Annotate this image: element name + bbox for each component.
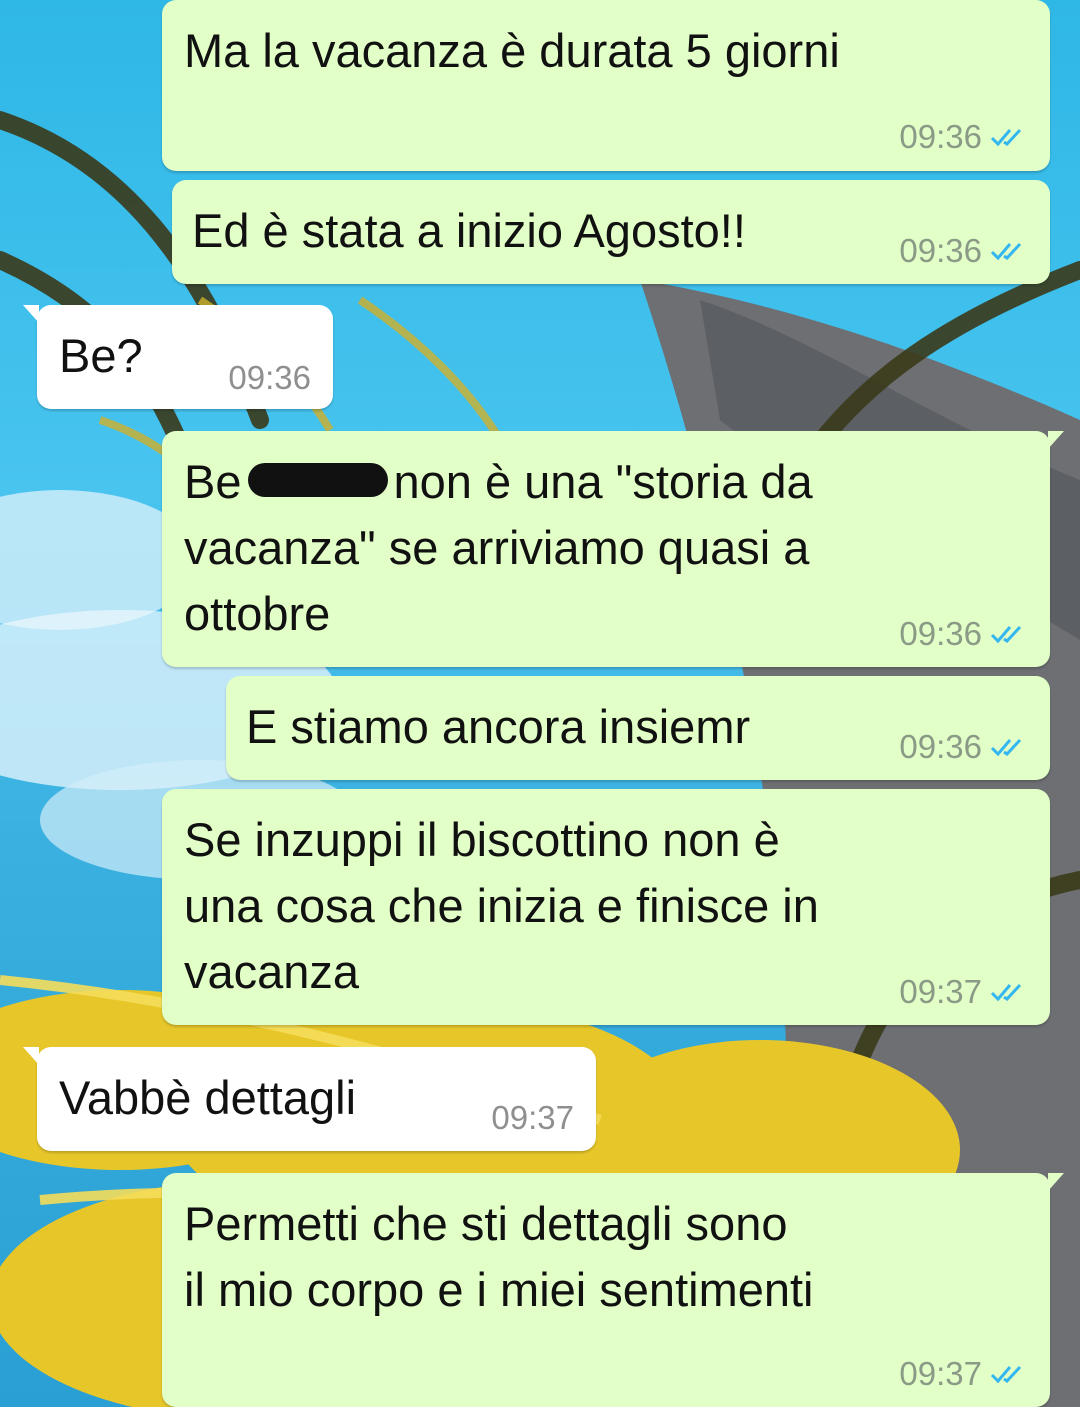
double-check-icon [990,625,1022,644]
message-text-start: Be [184,455,242,508]
message-bubble-outgoing[interactable]: Se inzuppi il biscottino non è una cosa … [162,789,1050,1025]
message-text: Permetti che sti dettagli sono il mio co… [184,1197,814,1316]
message-time: 09:37 [899,973,982,1010]
double-check-icon [990,983,1022,1002]
message-text: Ed è stata a inizio Agosto!! [192,204,746,257]
message-text: Se inzuppi il biscottino non è una cosa … [184,813,819,998]
message-meta: 09:36 [899,118,1028,156]
message-text: E stiamo ancora insiemr [246,700,751,753]
message-meta: 09:36 [899,232,1028,270]
message-bubble-outgoing[interactable]: Be non è una "storia da vacanza" se arriv… [162,431,1064,667]
message-text: Vabbè dettagli [59,1071,357,1124]
message-meta: 09:36 [228,359,311,397]
message-time: 09:36 [228,359,311,396]
redacted-word [247,462,388,497]
message-bubble-incoming[interactable]: Be? 09:36 [23,305,333,409]
message-text: Ma la vacanza è durata 5 giorni [184,24,840,77]
message-bubble-outgoing[interactable]: Ed è stata a inizio Agosto!! 09:36 [172,180,1050,284]
double-check-icon [990,1365,1022,1384]
double-check-icon [990,128,1022,147]
message-bubble-outgoing[interactable]: Permetti che sti dettagli sono il mio co… [162,1173,1064,1407]
message-meta: 09:36 [899,728,1028,766]
message-time: 09:36 [899,232,982,269]
message-text: Be? [59,329,143,382]
message-meta: 09:36 [899,615,1028,653]
message-time: 09:36 [899,118,982,155]
double-check-icon [990,242,1022,261]
message-time: 09:36 [899,615,982,652]
message-meta: 09:37 [899,1355,1028,1393]
message-time: 09:36 [899,728,982,765]
message-bubble-outgoing[interactable]: Ma la vacanza è durata 5 giorni 09:36 [162,0,1050,171]
message-list[interactable]: Ma la vacanza è durata 5 giorni 09:36 Ed… [0,0,1080,1407]
message-meta: 09:37 [899,973,1028,1011]
message-meta: 09:37 [491,1099,574,1137]
message-bubble-outgoing[interactable]: E stiamo ancora insiemr 09:36 [226,676,1050,780]
message-time: 09:37 [491,1099,574,1136]
message-text: Be non è una "storia da vacanza" se arriv… [184,449,813,647]
message-time: 09:37 [899,1355,982,1392]
double-check-icon [990,738,1022,757]
message-bubble-incoming[interactable]: Vabbè dettagli 09:37 [23,1047,596,1151]
